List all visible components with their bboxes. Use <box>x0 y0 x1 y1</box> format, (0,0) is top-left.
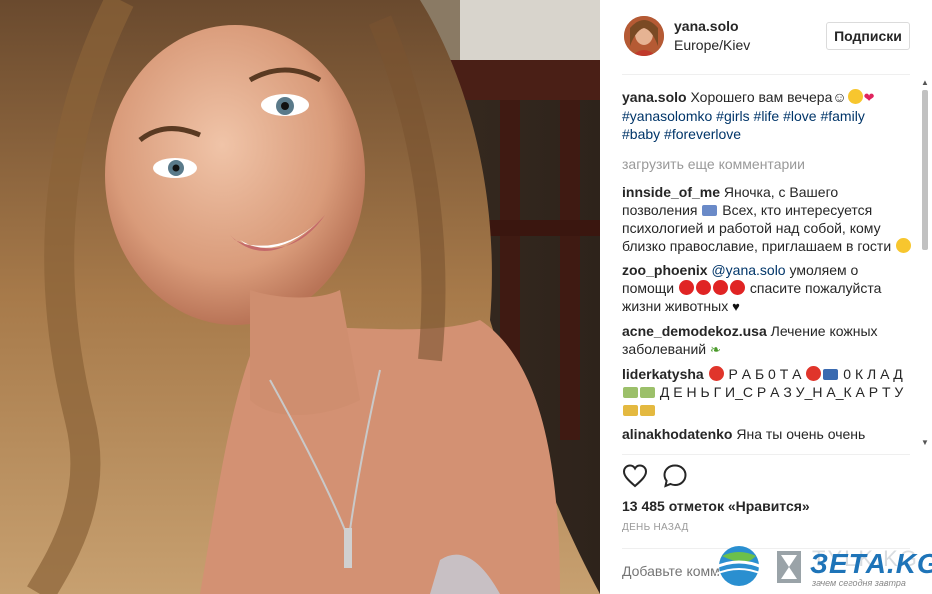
mention-link[interactable]: @yana.solo <box>711 262 785 278</box>
avatar[interactable] <box>624 16 664 56</box>
watermark-brand: ЗЕТА.KG <box>810 548 932 579</box>
speech-bubble-icon[interactable] <box>662 463 688 489</box>
list-item: alinakhodatenko Яна ты очень очень <box>622 425 914 443</box>
divider <box>622 74 910 75</box>
heart-emoji-icon: ❤ <box>863 90 875 105</box>
post-location[interactable]: Europe/Kiev <box>674 37 750 53</box>
scrollbar-thumb[interactable] <box>922 90 928 250</box>
emoji-icon <box>896 238 912 253</box>
follow-button[interactable]: Подписки <box>826 22 910 50</box>
emoji-icon <box>847 89 863 104</box>
red-circle-emoji-icon <box>708 366 724 381</box>
comment-text: Д Е Н Ь Г И_С Р А З У_Н А_К А Р Т У <box>659 384 904 400</box>
hashtag-link[interactable]: #yanasolomko <box>622 108 712 124</box>
post-details-panel: yana.solo Europe/Kiev Подписки yana.solo… <box>600 0 932 594</box>
comment-text: 0 К Л А Д <box>843 366 903 382</box>
list-item: zoo_phoenix @yana.solo умоляем о помощи … <box>622 261 914 316</box>
no-entry-emoji-icon <box>713 280 729 295</box>
hashtag-link[interactable]: #love <box>783 108 816 124</box>
watermark-tagline: зачем сегодня завтра <box>812 578 906 588</box>
no-entry-emoji-icon <box>730 280 746 295</box>
hashtag-link[interactable]: #life <box>754 108 780 124</box>
hashtag-link[interactable]: #girls <box>716 108 749 124</box>
comment-username[interactable]: acne_demodekoz.usa <box>622 323 767 339</box>
leaf-emoji-icon: ❧ <box>710 342 721 357</box>
caption-text: Хорошего вам вечера☺ <box>690 89 847 105</box>
comments-list[interactable]: yana.solo Хорошего вам вечера☺ ❤ #yanasol… <box>622 88 914 450</box>
money-emoji-icon <box>640 387 655 398</box>
caption-username[interactable]: yana.solo <box>622 89 687 105</box>
heart-emoji-icon: ♥ <box>732 299 740 314</box>
hourglass-logo-icon <box>777 551 801 583</box>
list-item: liderkatysha Р А Б 0 Т А 0 К Л А Д Д Е Н… <box>622 365 914 419</box>
post-header: yana.solo Europe/Kiev Подписки <box>600 0 932 74</box>
comment-username[interactable]: liderkatysha <box>622 366 704 382</box>
no-entry-emoji-icon <box>696 280 712 295</box>
red-circle-emoji-icon <box>806 366 822 381</box>
list-item: innside_of_me Яночка, с Вашего позволени… <box>622 183 914 255</box>
comment-username[interactable]: zoo_phoenix <box>622 262 708 278</box>
hashtag-link[interactable]: #foreverlove <box>664 126 741 142</box>
comment-text: Р А Б 0 Т А <box>728 366 802 382</box>
comments-scrollbar[interactable]: ▲ ▼ <box>918 74 932 454</box>
comment-username[interactable]: innside_of_me <box>622 184 720 200</box>
caption: yana.solo Хорошего вам вечера☺ ❤ #yanasol… <box>622 88 914 143</box>
no-entry-emoji-icon <box>679 280 695 295</box>
list-item: acne_demodekoz.usa Лечение кожных заболе… <box>622 322 914 359</box>
scroll-up-icon[interactable]: ▲ <box>921 78 929 87</box>
divider <box>622 454 910 455</box>
post-timestamp[interactable]: день назад <box>622 522 689 533</box>
money-emoji-icon <box>623 387 638 398</box>
post-photo[interactable] <box>0 0 600 594</box>
comment-text: Яна ты очень очень <box>736 426 866 442</box>
emoji-icon <box>702 205 718 216</box>
phone-emoji-icon <box>823 369 839 380</box>
post-username[interactable]: yana.solo <box>674 18 739 34</box>
globe-logo-icon <box>713 546 765 586</box>
load-more-comments-link[interactable]: загрузить еще комментарии <box>622 155 914 173</box>
watermark-logo: TYLK.KG ЗЕТА.KG зачем сегодня завтра <box>712 540 932 594</box>
scroll-down-icon[interactable]: ▼ <box>921 438 929 447</box>
card-emoji-icon <box>640 405 655 416</box>
hashtag-link[interactable]: #baby <box>622 126 660 142</box>
hashtag-link[interactable]: #family <box>820 108 864 124</box>
heart-outline-icon[interactable] <box>622 463 648 489</box>
comment-username[interactable]: alinakhodatenko <box>622 426 732 442</box>
likes-count[interactable]: 13 485 отметок «Нравится» <box>622 498 810 514</box>
card-emoji-icon <box>623 405 638 416</box>
